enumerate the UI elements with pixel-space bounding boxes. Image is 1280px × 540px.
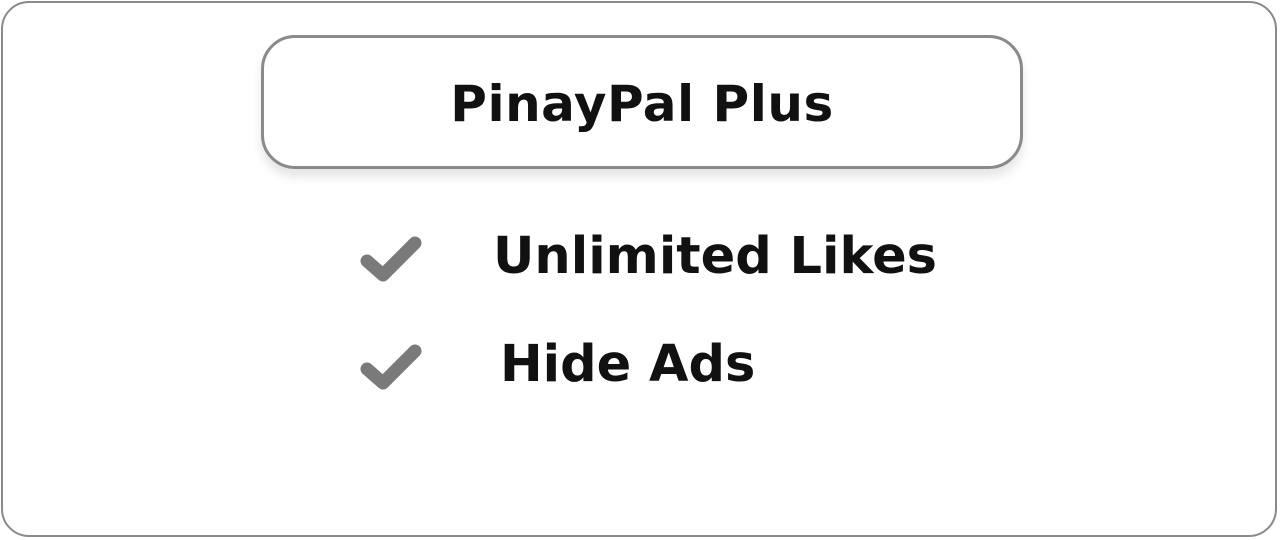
plan-title: PinayPal Plus xyxy=(450,75,834,133)
feature-label: Hide Ads xyxy=(500,335,756,394)
plan-title-pill[interactable]: PinayPal Plus xyxy=(261,35,1023,169)
plan-card: PinayPal Plus Unlimited Likes Hide Ads xyxy=(1,1,1277,537)
check-icon xyxy=(360,236,422,282)
check-icon xyxy=(360,344,422,390)
feature-item: Unlimited Likes xyxy=(3,209,1275,289)
feature-label: Unlimited Likes xyxy=(493,227,938,286)
feature-item: Hide Ads xyxy=(3,317,1275,397)
